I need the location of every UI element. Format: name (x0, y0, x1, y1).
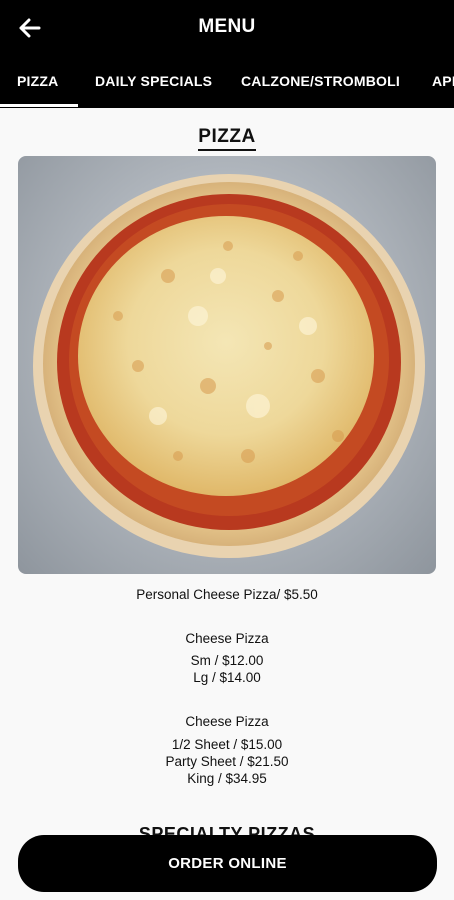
tab-calzone-stromboli[interactable]: CALZONE/STROMBOLI (241, 73, 400, 89)
page-title: MENU (198, 16, 256, 37)
section-title: PIZZA (0, 126, 454, 151)
menu-item-title: Cheese Pizza (185, 631, 269, 646)
menu-item-title: Cheese Pizza (185, 714, 269, 729)
menu-price-king: King / $34.95 (187, 771, 267, 786)
active-tab-indicator (0, 104, 78, 107)
menu-price-lg: Lg / $14.00 (193, 670, 261, 685)
category-tabs: PIZZA DAILY SPECIALS CALZONE/STROMBOLI A… (0, 56, 454, 108)
menu-content: PIZZA Personal Cheese Pizza/ $5.50 Chees… (0, 108, 454, 900)
menu-price-half-sheet: 1/2 Sheet / $15.00 (171, 737, 283, 752)
app-header: MENU (0, 0, 454, 56)
menu-price-sm: Sm / $12.00 (190, 653, 264, 668)
pizza-photo (18, 156, 436, 574)
tab-appetizers[interactable]: APP (432, 73, 454, 89)
tab-pizza[interactable]: PIZZA (17, 73, 58, 89)
menu-price-party-sheet: Party Sheet / $21.50 (165, 754, 289, 769)
menu-item-personal-cheese: Personal Cheese Pizza/ $5.50 (136, 587, 318, 602)
order-online-button[interactable]: ORDER ONLINE (18, 835, 437, 892)
tab-daily-specials[interactable]: DAILY SPECIALS (95, 73, 212, 89)
